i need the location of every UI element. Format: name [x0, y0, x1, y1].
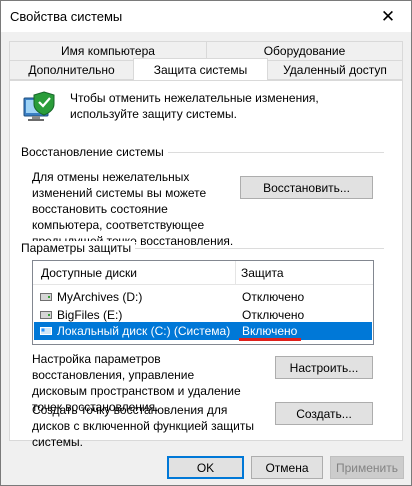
drive-name: Локальный диск (C:) (Система)	[57, 324, 231, 338]
drive-status: Отключено	[242, 308, 305, 322]
system-drive-icon	[40, 327, 52, 335]
column-separator	[235, 261, 236, 285]
ok-button[interactable]: OK	[167, 456, 244, 479]
title-bar: Свойства системы ✕	[1, 1, 411, 32]
restore-group-title: Восстановление системы	[21, 145, 168, 159]
system-properties-window: Свойства системы ✕ Имя компьютера Оборуд…	[0, 0, 412, 486]
tab-remote-access[interactable]: Удаленный доступ	[267, 60, 403, 80]
drive-name: MyArchives (D:)	[57, 290, 143, 304]
create-description: Создать точку восстановления для дисков …	[32, 403, 254, 449]
tab-system-protection[interactable]: Защита системы	[133, 58, 268, 80]
system-protection-icon	[23, 91, 55, 121]
drive-icon	[40, 311, 52, 319]
window-title: Свойства системы	[10, 9, 123, 24]
list-item[interactable]: MyArchives (D:) Отключено	[34, 288, 372, 306]
column-available-drives[interactable]: Доступные диски	[41, 266, 137, 280]
restore-description: Для отмены нежелательных изменений систе…	[32, 170, 234, 248]
apply-button[interactable]: Применить	[330, 456, 404, 479]
list-item-selected[interactable]: Локальный диск (C:) (Система) Включено	[34, 322, 372, 340]
drive-status: Отключено	[242, 290, 305, 304]
restore-button[interactable]: Восстановить...	[240, 176, 373, 199]
intro-text: Чтобы отменить нежелательные изменения, …	[70, 91, 319, 121]
column-protection[interactable]: Защита	[241, 266, 284, 280]
protection-group-title: Параметры защиты	[21, 241, 136, 255]
drive-name: BigFiles (E:)	[57, 308, 123, 322]
drive-status: Включено	[242, 324, 298, 338]
drives-list[interactable]: Доступные диски Защита MyArchives (D:) О…	[32, 260, 374, 345]
cancel-button[interactable]: Отмена	[251, 456, 323, 479]
highlight-underline	[239, 338, 301, 341]
tab-advanced[interactable]: Дополнительно	[9, 60, 134, 80]
configure-button[interactable]: Настроить...	[275, 356, 373, 379]
list-header: Доступные диски Защита	[33, 261, 373, 285]
close-icon[interactable]: ✕	[365, 1, 411, 32]
drive-icon	[40, 293, 52, 301]
create-button[interactable]: Создать...	[275, 402, 373, 425]
